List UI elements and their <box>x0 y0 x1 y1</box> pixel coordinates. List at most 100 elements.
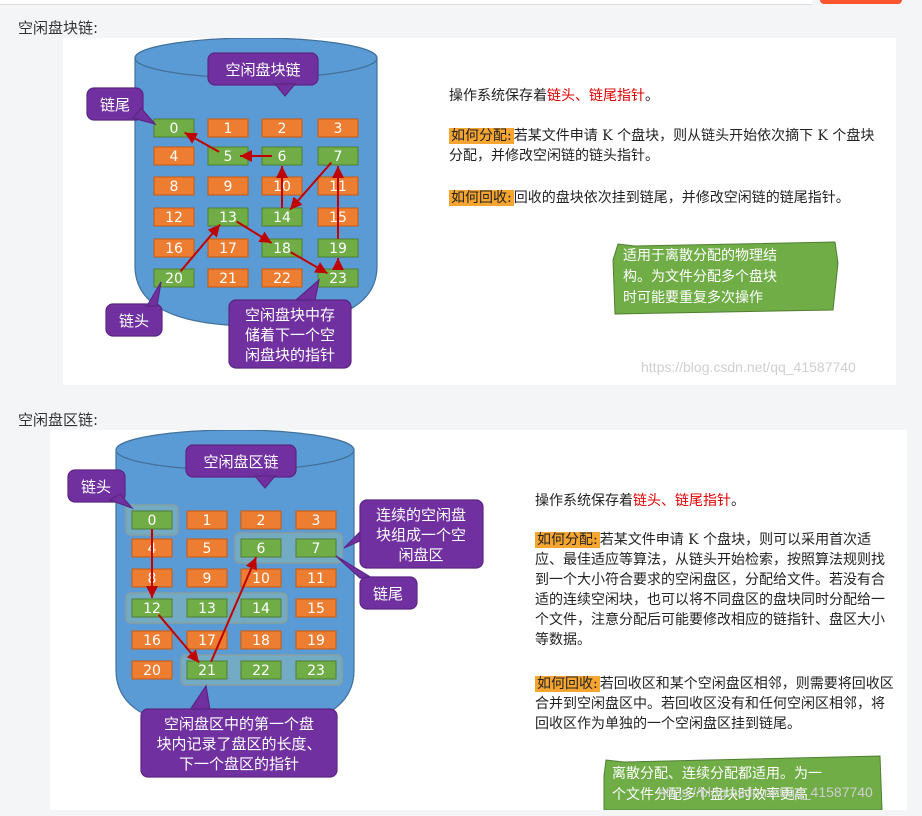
disk-block: 6 <box>240 538 282 558</box>
svg-text:闲盘块的指针: 闲盘块的指针 <box>245 346 335 364</box>
svg-text:13: 13 <box>198 601 216 617</box>
top-input-edge <box>0 0 812 5</box>
svg-text:17: 17 <box>219 241 237 257</box>
svg-text:12: 12 <box>143 601 161 617</box>
svg-text:3: 3 <box>334 121 343 137</box>
svg-text:9: 9 <box>203 571 212 587</box>
disk-block: 15 <box>295 598 337 618</box>
svg-text:12: 12 <box>165 210 183 226</box>
svg-text:21: 21 <box>198 663 216 679</box>
disk-block: 22 <box>261 268 303 288</box>
desc-intro: 操作系统保存着链头、链尾指针。 <box>449 88 659 104</box>
svg-text:11: 11 <box>307 571 325 587</box>
svg-text:空闲盘块中存: 空闲盘块中存 <box>245 306 335 324</box>
svg-text:19: 19 <box>329 241 347 257</box>
svg-text:5: 5 <box>203 541 212 557</box>
top-action-button[interactable] <box>820 0 902 4</box>
disk-block: 3 <box>317 118 359 138</box>
svg-text:离散分配、连续分配都适用。为一: 离散分配、连续分配都适用。为一 <box>612 765 822 782</box>
disk-block: 21 <box>207 268 249 288</box>
svg-text:15: 15 <box>307 601 325 617</box>
head-callout: 链头 <box>67 469 134 510</box>
svg-text:7: 7 <box>312 541 321 557</box>
svg-text:23: 23 <box>329 271 347 287</box>
disk-block: 7 <box>317 146 359 166</box>
svg-text:7: 7 <box>334 149 343 165</box>
svg-text:20: 20 <box>143 663 161 679</box>
svg-text:闲盘区: 闲盘区 <box>398 546 443 564</box>
recycle-label: 如何回收: <box>535 676 600 692</box>
disk-block: 14 <box>261 207 303 227</box>
svg-text:空闲盘区链: 空闲盘区链 <box>203 453 278 471</box>
disk-block: 1 <box>186 510 228 530</box>
svg-text:4: 4 <box>170 149 179 165</box>
svg-text:19: 19 <box>307 633 325 649</box>
disk-block: 23 <box>295 660 337 680</box>
svg-text:8: 8 <box>170 179 179 195</box>
disk-block: 22 <box>240 660 282 680</box>
svg-text:块组成一个空: 块组成一个空 <box>376 526 466 544</box>
alloc-label: 如何分配: <box>449 128 514 144</box>
svg-text:块内记录了盘区的长度、: 块内记录了盘区的长度、 <box>156 735 321 753</box>
alloc-paragraph: 如何分配: 若某文件申请 K 个盘块，则可以采用首次适应、最佳适应等算法，从链头开… <box>535 532 885 648</box>
svg-text:2: 2 <box>278 121 287 137</box>
svg-text:链头: 链头 <box>119 312 149 330</box>
disk-block: 12 <box>153 207 195 227</box>
disk-block: 16 <box>153 238 195 258</box>
disk-block: 4 <box>153 146 195 166</box>
disk-block: 14 <box>240 598 282 618</box>
svg-text:5: 5 <box>224 149 233 165</box>
svg-text:6: 6 <box>278 149 287 165</box>
disk-block: 2 <box>240 510 282 530</box>
desc-intro: 操作系统保存着链头、链尾指针。 <box>535 493 745 509</box>
alloc-paragraph: 如何分配: 若某文件申请 K 个盘块，则从链头开始依次摘下 K 个盘块分配，并修改… <box>449 128 875 164</box>
note-box: 离散分配、连续分配都适用。为一 个文件分配多个盘块时效率更高 <box>603 755 883 810</box>
svg-text:构。为文件分配多个盘块: 构。为文件分配多个盘块 <box>623 268 777 285</box>
svg-text:14: 14 <box>273 210 291 226</box>
svg-text:22: 22 <box>252 663 270 679</box>
svg-text:0: 0 <box>170 121 179 137</box>
disk-block: 3 <box>295 510 337 530</box>
recycle-paragraph: 如何回收: 若回收区和某个空闲盘区相邻，则需要将回收区合并到空闲盘区中。若回收区没… <box>535 676 894 732</box>
disk-block: 7 <box>295 538 337 558</box>
section2-figure: 0 1 2 3 4 5 6 7 8 9 10 11 12 13 14 15 16 17 18 19 20 21 22 23 空… <box>50 430 907 810</box>
svg-text:16: 16 <box>143 633 161 649</box>
svg-text:17: 17 <box>198 633 216 649</box>
svg-text:链尾: 链尾 <box>100 96 130 114</box>
svg-text:链头: 链头 <box>81 478 111 496</box>
disk-block: 19 <box>295 630 337 650</box>
svg-text:18: 18 <box>252 633 270 649</box>
disk-block: 19 <box>317 238 359 258</box>
svg-text:18: 18 <box>273 241 291 257</box>
section2-label: 空闲盘区链: <box>18 411 99 429</box>
disk-block: 13 <box>186 598 228 618</box>
svg-text:23: 23 <box>307 663 325 679</box>
svg-text:1: 1 <box>203 513 212 529</box>
svg-text:10: 10 <box>252 571 270 587</box>
svg-text:2: 2 <box>257 513 266 529</box>
alloc-label: 如何分配: <box>535 532 600 548</box>
disk-block: 1 <box>207 118 249 138</box>
disk-block: 0 <box>131 510 173 530</box>
recycle-label: 如何回收: <box>449 190 514 206</box>
extent-callout: 连续的空闲盘 块组成一个空 闲盘区 <box>343 499 484 569</box>
disk-block: 12 <box>131 598 173 618</box>
svg-text:3: 3 <box>312 513 321 529</box>
svg-text:适用于离散分配的物理结: 适用于离散分配的物理结 <box>623 247 777 264</box>
disk-block: 20 <box>131 660 173 680</box>
disk-block: 11 <box>295 568 337 588</box>
svg-text:空闲盘块链: 空闲盘块链 <box>225 61 300 79</box>
disk-block: 9 <box>207 176 249 196</box>
svg-text:储着下一个空: 储着下一个空 <box>245 326 335 344</box>
disk-block: 16 <box>131 630 173 650</box>
svg-text:13: 13 <box>219 210 237 226</box>
svg-text:9: 9 <box>224 179 233 195</box>
note-box: 适用于离散分配的物理结 构。为文件分配多个盘块 时可能要重复多次操作 <box>612 241 839 315</box>
svg-text:6: 6 <box>257 541 266 557</box>
svg-text:20: 20 <box>165 271 183 287</box>
svg-text:空闲盘区中的第一个盘: 空闲盘区中的第一个盘 <box>164 715 314 733</box>
disk-block: 5 <box>186 538 228 558</box>
svg-text:链尾: 链尾 <box>373 585 403 603</box>
svg-text:下一个盘区的指针: 下一个盘区的指针 <box>179 755 299 773</box>
svg-text:1: 1 <box>224 121 233 137</box>
